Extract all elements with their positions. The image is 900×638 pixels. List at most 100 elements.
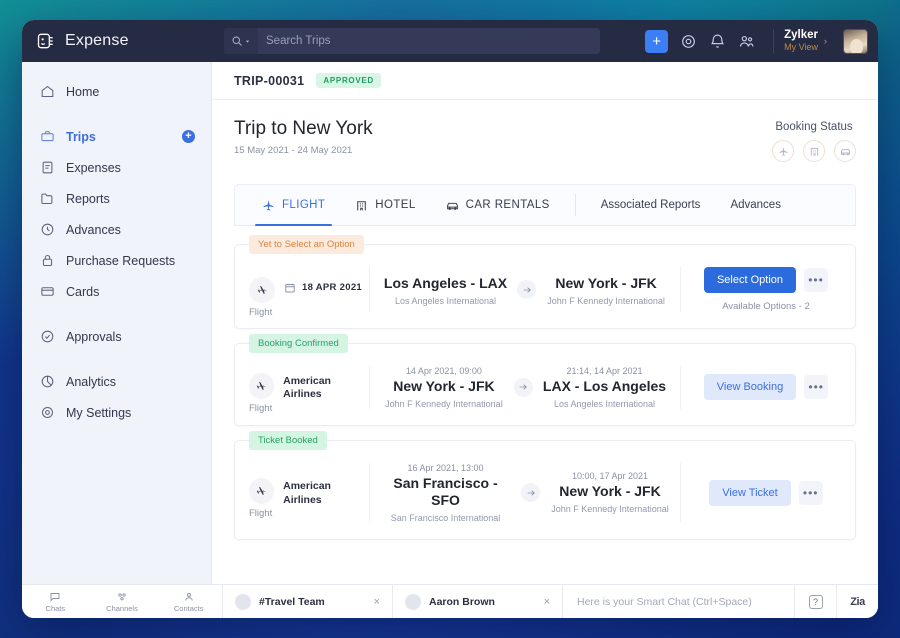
- search-input[interactable]: [258, 28, 600, 54]
- sidebar-item-expenses[interactable]: Expenses: [22, 152, 211, 183]
- tab-advances[interactable]: Advances: [715, 185, 796, 225]
- sidebar-item-purchase-requests[interactable]: Purchase Requests: [22, 245, 211, 276]
- flight-route: Los Angeles - LAX Los Angeles Internatio…: [369, 267, 681, 312]
- add-button[interactable]: +: [645, 30, 668, 53]
- help-button[interactable]: ?: [794, 585, 836, 618]
- org-switcher[interactable]: Zylker My View ›: [773, 29, 827, 53]
- chevron-right-icon: ›: [824, 36, 827, 46]
- sidebar-item-advances[interactable]: Advances: [22, 214, 211, 245]
- select-option-button[interactable]: Select Option: [704, 267, 796, 293]
- search-icon[interactable]: [224, 28, 258, 54]
- sidebar-item-trips[interactable]: Trips +: [22, 121, 211, 152]
- airplane-icon: [249, 373, 274, 399]
- smart-chat-input-wrap[interactable]: [562, 585, 794, 618]
- leg-city: New York - JFK: [546, 275, 666, 293]
- chat-tool-contacts[interactable]: Contacts: [155, 591, 222, 613]
- sidebar-item-reports[interactable]: Reports: [22, 183, 211, 214]
- flight-card[interactable]: Yet to Select an Option Flight: [234, 244, 856, 329]
- leg-airport: San Francisco International: [380, 513, 511, 523]
- sidebar-item-home[interactable]: Home: [22, 76, 211, 107]
- tab-flight[interactable]: FLIGHT: [247, 185, 340, 225]
- users-icon[interactable]: [738, 33, 755, 50]
- leg-city: New York - JFK: [550, 483, 670, 501]
- arrow-right-icon: [514, 378, 533, 397]
- chat-tab-aaron-brown[interactable]: Aaron Brown ×: [392, 585, 562, 618]
- zia-assistant-button[interactable]: Zia: [836, 585, 878, 618]
- search-bar[interactable]: [224, 28, 600, 54]
- avatar: [235, 594, 251, 610]
- chat-end-actions: ? Zia: [794, 585, 878, 618]
- smart-chat-input[interactable]: [577, 596, 780, 608]
- gear-icon[interactable]: [680, 33, 697, 50]
- sidebar-item-label: Purchase Requests: [66, 254, 175, 268]
- action-row: View Booking •••: [704, 374, 828, 400]
- airplane-icon: [249, 277, 275, 303]
- chat-tool-chats[interactable]: Chats: [22, 591, 89, 613]
- sidebar-item-label: My Settings: [66, 406, 131, 420]
- sidebar-item-approvals[interactable]: Approvals: [22, 321, 211, 352]
- more-options-icon[interactable]: •••: [804, 375, 828, 399]
- more-options-icon[interactable]: •••: [804, 268, 828, 292]
- trip-detail-scroll[interactable]: Trip to New York 15 May 2021 - 24 May 20…: [212, 100, 878, 584]
- sidebar-item-analytics[interactable]: Analytics: [22, 366, 211, 397]
- avatar[interactable]: [843, 29, 868, 54]
- booking-status-icons: [772, 140, 856, 162]
- add-trip-button[interactable]: +: [182, 130, 195, 143]
- leg-city: LAX - Los Angeles: [543, 378, 666, 396]
- more-options-icon[interactable]: •••: [799, 481, 823, 505]
- trip-title-row: Trip to New York 15 May 2021 - 24 May 20…: [212, 100, 878, 162]
- tab-label: Advances: [730, 199, 781, 211]
- chat-tool-label: Channels: [106, 604, 138, 613]
- car-status-icon[interactable]: [834, 140, 856, 162]
- tab-label: Associated Reports: [601, 199, 701, 211]
- close-icon[interactable]: ×: [544, 596, 550, 608]
- tab-car-rentals[interactable]: CAR RENTALS: [431, 185, 565, 225]
- brand-name: Expense: [65, 32, 129, 50]
- view-booking-button[interactable]: View Booking: [704, 374, 796, 400]
- sidebar-item-cards[interactable]: Cards: [22, 276, 211, 307]
- chat-tool-channels[interactable]: Channels: [89, 591, 156, 613]
- flight-card[interactable]: Booking Confirmed Flight American Airlin…: [234, 343, 856, 426]
- hotel-icon: [355, 199, 368, 212]
- view-ticket-button[interactable]: View Ticket: [709, 480, 790, 506]
- leg-time: 10:00, 17 Apr 2021: [550, 471, 670, 481]
- check-circle-icon: [40, 329, 55, 344]
- flight-date: 18 APR 2021: [284, 277, 362, 294]
- chats-icon: [49, 591, 61, 603]
- chat-tab-label: Aaron Brown: [429, 596, 536, 608]
- flight-mode-label: Flight: [249, 307, 272, 318]
- brand[interactable]: Expense: [36, 31, 212, 51]
- sidebar-item-label: Analytics: [66, 375, 116, 389]
- flight-leg-origin: 16 Apr 2021, 13:00 San Francisco - SFO S…: [380, 463, 511, 523]
- close-icon[interactable]: ×: [374, 596, 380, 608]
- tab-hotel[interactable]: HOTEL: [340, 185, 430, 225]
- airplane-icon: [249, 478, 274, 504]
- sidebar-item-label: Reports: [66, 192, 110, 206]
- chat-tab-label: #Travel Team: [259, 596, 366, 608]
- chevron-down-icon: [244, 38, 251, 45]
- chat-tab-travel-team[interactable]: #Travel Team ×: [222, 585, 392, 618]
- action-row: View Ticket •••: [709, 480, 822, 506]
- flight-icon: [262, 199, 275, 212]
- gear-icon: [40, 405, 55, 420]
- chat-bar: Chats Channels Contacts: [22, 584, 878, 618]
- flight-mode-column: Flight 18 APR 2021: [249, 277, 369, 303]
- flight-status-icon[interactable]: [772, 140, 794, 162]
- lock-icon: [40, 253, 55, 268]
- flight-card[interactable]: Ticket Booked Flight American Airlines: [234, 440, 856, 540]
- trip-id: TRIP-00031: [234, 74, 304, 88]
- bell-icon[interactable]: [709, 33, 726, 50]
- status-badge: Booking Confirmed: [249, 334, 348, 353]
- sidebar-gap: [22, 307, 211, 321]
- sidebar: Home Trips + Expenses: [22, 62, 212, 584]
- tab-label: CAR RENTALS: [466, 199, 550, 211]
- org-view-label: My View: [784, 42, 818, 52]
- hotel-status-icon[interactable]: [803, 140, 825, 162]
- chat-tool-label: Contacts: [174, 604, 204, 613]
- sidebar-item-my-settings[interactable]: My Settings: [22, 397, 211, 428]
- sidebar-item-label: Cards: [66, 285, 99, 299]
- tab-associated-reports[interactable]: Associated Reports: [586, 185, 716, 225]
- contacts-icon: [183, 591, 195, 603]
- pie-chart-icon: [40, 374, 55, 389]
- flight-cards-list: Yet to Select an Option Flight: [212, 226, 878, 540]
